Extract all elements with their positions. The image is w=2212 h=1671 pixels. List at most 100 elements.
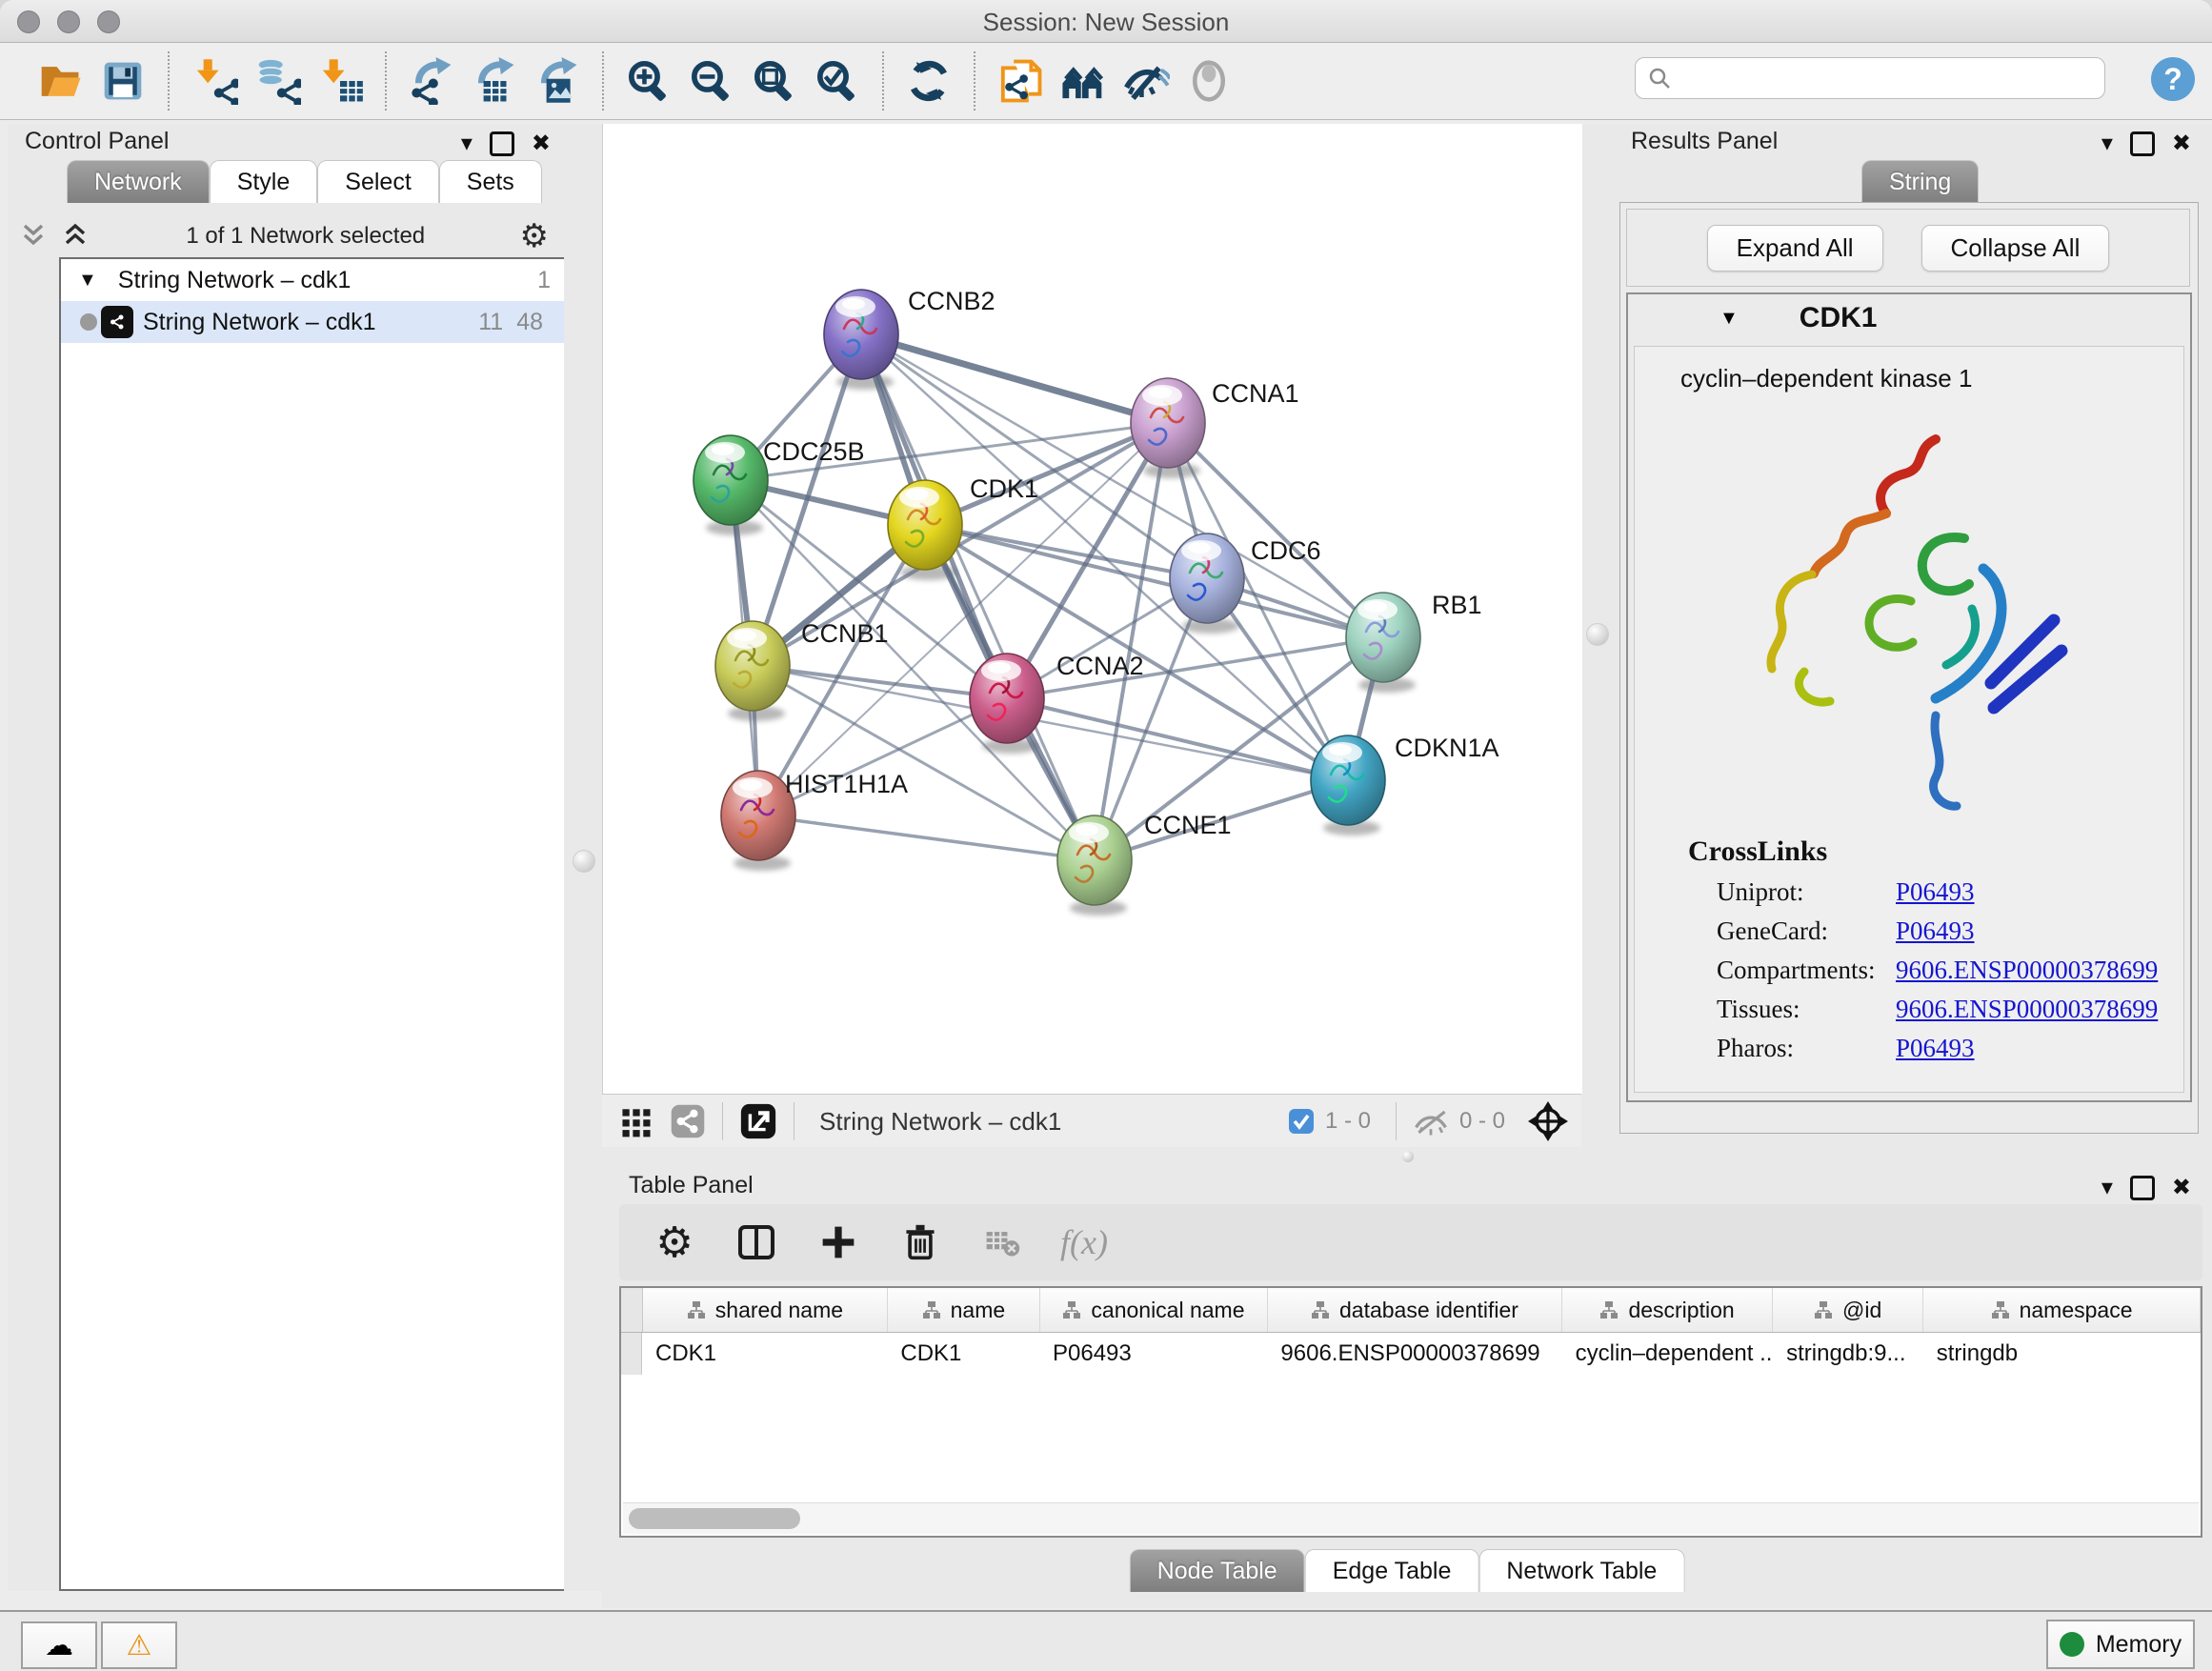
hide-selection-icon[interactable] (1115, 50, 1177, 111)
new-network-from-selection-icon[interactable] (989, 50, 1052, 111)
export-image-icon[interactable] (526, 50, 589, 111)
tab-network[interactable]: Network (67, 160, 210, 203)
import-network-database-icon[interactable] (246, 50, 309, 111)
left-splitter[interactable] (564, 124, 602, 1591)
search-input[interactable] (1672, 64, 2093, 92)
crosslink-link[interactable]: P06493 (1896, 877, 1975, 907)
zoom-in-icon[interactable] (617, 50, 680, 111)
table-cell[interactable]: CDK1 (887, 1333, 1039, 1375)
first-neighbors-icon[interactable] (1052, 50, 1115, 111)
network-node-CCNA1[interactable] (1131, 378, 1205, 468)
network-node-CCNA2[interactable] (970, 654, 1044, 743)
crosslink-link[interactable]: 9606.ENSP00000378699 (1896, 995, 2158, 1024)
expand-all-tree-icon[interactable] (59, 222, 91, 251)
memory-button[interactable]: Memory (2046, 1620, 2195, 1669)
network-node-CCNB1[interactable] (715, 621, 790, 711)
table-cell[interactable]: P06493 (1039, 1333, 1267, 1375)
open-in-window-icon[interactable] (738, 1101, 778, 1141)
panel-menu-icon[interactable]: ▾ (2101, 1177, 2113, 1199)
network-node-RB1[interactable] (1346, 593, 1420, 682)
apply-layout-icon[interactable] (897, 50, 960, 111)
column-header-name[interactable]: name (888, 1288, 1040, 1332)
tab-style[interactable]: Style (210, 160, 318, 203)
import-network-file-icon[interactable] (183, 50, 246, 111)
zoom-out-icon[interactable] (680, 50, 743, 111)
column-header-shared-name[interactable]: shared name (643, 1288, 888, 1332)
close-panel-icon[interactable]: ✖ (532, 132, 551, 155)
left-splitter-handle[interactable] (573, 850, 595, 873)
network-node-CCNB2[interactable] (824, 290, 898, 379)
network-view-icon[interactable] (669, 1102, 707, 1140)
cloud-status-button[interactable]: ☁ (21, 1621, 97, 1669)
network-edge-CCNA2-CDKN1A[interactable] (1007, 698, 1348, 780)
grid-view-icon[interactable] (617, 1102, 655, 1140)
column-header-database-identifier[interactable]: database identifier (1268, 1288, 1562, 1332)
collapse-all-button[interactable]: Collapse All (1921, 225, 2110, 272)
table-options-gear-icon[interactable]: ⚙ (652, 1219, 697, 1265)
panel-menu-icon[interactable]: ▾ (461, 132, 473, 155)
expand-all-button[interactable]: Expand All (1707, 225, 1883, 272)
network-canvas[interactable]: CCNB2CCNA1CDC25BCDK1CDC6RB1CCNB1CCNA2CDK… (602, 124, 1582, 1094)
network-node-CDKN1A[interactable] (1311, 735, 1385, 825)
crosslink-link[interactable]: 9606.ENSP00000378699 (1896, 956, 2158, 985)
warnings-button[interactable]: ⚠ (101, 1621, 177, 1669)
help-icon[interactable]: ? (2151, 57, 2195, 101)
column-header-canonical-name[interactable]: canonical name (1040, 1288, 1268, 1332)
tab-node-table[interactable]: Node Table (1130, 1549, 1305, 1592)
tab-edge-table[interactable]: Edge Table (1305, 1549, 1479, 1592)
table-cell[interactable]: 9606.ENSP00000378699 (1267, 1333, 1561, 1375)
show-columns-icon[interactable] (734, 1219, 779, 1265)
scrollbar-thumb[interactable] (629, 1508, 800, 1529)
column-header-@id[interactable]: @id (1773, 1288, 1923, 1332)
open-session-icon[interactable] (29, 50, 91, 111)
crosslink-link[interactable]: P06493 (1896, 916, 1975, 946)
pan-crosshair-icon[interactable] (1526, 1099, 1570, 1143)
add-column-icon[interactable] (815, 1219, 861, 1265)
export-table-icon[interactable] (463, 50, 526, 111)
panel-menu-icon[interactable]: ▾ (2101, 132, 2113, 155)
save-session-icon[interactable] (91, 50, 154, 111)
horizontal-splitter-handle[interactable] (1402, 1151, 1414, 1162)
close-panel-icon[interactable]: ✖ (2172, 132, 2191, 155)
network-collection-row[interactable]: ▼ String Network – cdk1 1 (61, 259, 564, 301)
table-cell[interactable]: cyclin–dependent ... (1562, 1333, 1773, 1375)
selected-checkbox-icon[interactable] (1287, 1107, 1316, 1136)
search-box[interactable] (1635, 57, 2105, 99)
table-cell[interactable]: CDK1 (642, 1333, 887, 1375)
network-node-CDC6[interactable] (1170, 534, 1244, 623)
right-splitter[interactable] (1581, 124, 1612, 1147)
close-panel-icon[interactable]: ✖ (2172, 1177, 2191, 1199)
column-header-namespace[interactable]: namespace (1923, 1288, 2201, 1332)
network-row[interactable]: String Network – cdk1 11 48 (61, 301, 564, 343)
network-edge-CCNB1-CCNA2[interactable] (753, 666, 1007, 698)
tab-network-table[interactable]: Network Table (1478, 1549, 1684, 1592)
network-node-CDK1[interactable] (888, 480, 962, 570)
float-panel-icon[interactable] (2130, 131, 2155, 156)
network-graph[interactable]: CCNB2CCNA1CDC25BCDK1CDC6RB1CCNB1CCNA2CDK… (603, 124, 1582, 1094)
network-node-CCNE1[interactable] (1057, 815, 1132, 905)
crosslink-link[interactable]: P06493 (1896, 1034, 1975, 1063)
network-options-gear-icon[interactable]: ⚙ (520, 220, 549, 252)
tab-sets[interactable]: Sets (439, 160, 542, 203)
network-edge-HIST1H1A-CCNE1[interactable] (758, 815, 1095, 860)
collapse-arrow-icon[interactable]: ▼ (1719, 308, 1739, 330)
float-panel-icon[interactable] (2130, 1176, 2155, 1200)
column-header-description[interactable]: description (1562, 1288, 1773, 1332)
collapse-all-tree-icon[interactable] (17, 222, 50, 251)
collapse-arrow-icon[interactable]: ▼ (78, 270, 97, 292)
tab-select[interactable]: Select (317, 160, 438, 203)
zoom-fit-icon[interactable] (743, 50, 806, 111)
network-edge-CCNB2-CCNA1[interactable] (861, 334, 1168, 423)
table-horizontal-scrollbar[interactable] (623, 1502, 2199, 1534)
tab-string[interactable]: String (1861, 160, 1979, 203)
table-cell[interactable]: stringdb (1923, 1333, 2201, 1375)
zoom-selected-icon[interactable] (806, 50, 869, 111)
horizontal-splitter[interactable] (602, 1147, 2212, 1164)
float-panel-icon[interactable] (490, 131, 514, 156)
table-cell[interactable]: stringdb:9... (1773, 1333, 1923, 1375)
import-table-icon[interactable] (309, 50, 372, 111)
table-row[interactable]: CDK1CDK1P064939606.ENSP00000378699cyclin… (621, 1333, 2201, 1375)
right-splitter-handle[interactable] (1586, 623, 1609, 646)
node-result-header[interactable]: ▼ CDK1 (1628, 294, 2190, 342)
export-network-icon[interactable] (400, 50, 463, 111)
